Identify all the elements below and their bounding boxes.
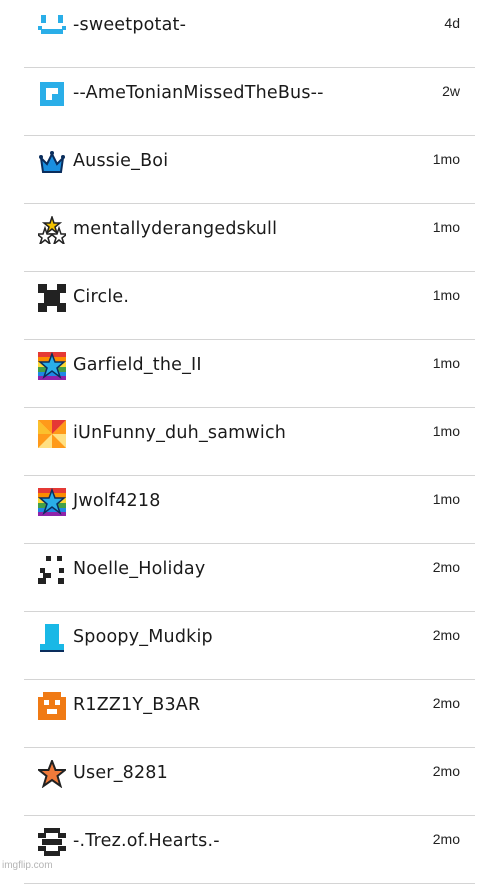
last-active-time: 2mo: [432, 831, 460, 847]
user-row[interactable]: Circle. 1mo: [0, 272, 475, 340]
username[interactable]: R1ZZ1Y_B3AR: [73, 695, 200, 715]
pixel-heart-icon: [38, 828, 66, 856]
user-row[interactable]: -.Trez.of.Hearts.- 2mo: [0, 816, 475, 884]
user-row[interactable]: Jwolf4218 1mo: [0, 476, 475, 544]
username[interactable]: Spoopy_Mudkip: [73, 627, 213, 647]
rainbow-star-icon: [38, 488, 66, 516]
pixel-face-icon: [38, 556, 66, 584]
watermark: imgflip.com: [2, 860, 53, 871]
boot-icon: [38, 624, 66, 652]
username[interactable]: --AmeTonianMissedTheBus--: [73, 83, 324, 103]
last-active-time: 1mo: [432, 423, 460, 439]
pixel-x-icon: [38, 284, 66, 312]
last-active-time: 1mo: [432, 219, 460, 235]
username[interactable]: -.Trez.of.Hearts.-: [73, 831, 220, 851]
username[interactable]: Circle.: [73, 287, 129, 307]
last-active-time: 1mo: [432, 151, 460, 167]
last-active-time: 1mo: [432, 355, 460, 371]
user-row[interactable]: Aussie_Boi 1mo: [0, 136, 475, 204]
username[interactable]: Jwolf4218: [73, 491, 161, 511]
last-active-time: 2w: [442, 83, 460, 99]
username[interactable]: Garfield_the_II: [73, 355, 202, 375]
crown-icon: [38, 148, 66, 176]
rainbow-star-icon: [38, 352, 66, 380]
user-row[interactable]: --AmeTonianMissedTheBus-- 2w: [0, 68, 475, 136]
pixel-bear-icon: [38, 692, 66, 720]
last-active-time: 2mo: [432, 763, 460, 779]
three-stars-icon: [38, 216, 66, 244]
pinwheel-icon: [38, 420, 66, 448]
last-active-time: 1mo: [432, 287, 460, 303]
user-row[interactable]: User_8281 2mo: [0, 748, 475, 816]
smiley-icon: [38, 12, 66, 40]
user-row[interactable]: mentallyderangedskull 1mo: [0, 204, 475, 272]
user-row[interactable]: iUnFunny_duh_samwich 1mo: [0, 408, 475, 476]
user-row[interactable]: R1ZZ1Y_B3AR 2mo: [0, 680, 475, 748]
last-active-time: 2mo: [432, 695, 460, 711]
user-row[interactable]: Noelle_Holiday 2mo: [0, 544, 475, 612]
username[interactable]: User_8281: [73, 763, 168, 783]
username[interactable]: Aussie_Boi: [73, 151, 168, 171]
last-active-time: 1mo: [432, 491, 460, 507]
username[interactable]: mentallyderangedskull: [73, 219, 277, 239]
username[interactable]: Noelle_Holiday: [73, 559, 205, 579]
square-block-icon: [38, 80, 66, 108]
user-row[interactable]: -sweetpotat- 4d: [0, 0, 475, 68]
username[interactable]: -sweetpotat-: [73, 15, 186, 35]
last-active-time: 4d: [444, 15, 460, 31]
last-active-time: 2mo: [432, 559, 460, 575]
last-active-time: 2mo: [432, 627, 460, 643]
user-row[interactable]: Garfield_the_II 1mo: [0, 340, 475, 408]
user-row[interactable]: Spoopy_Mudkip 2mo: [0, 612, 475, 680]
orange-star-icon: [38, 760, 66, 788]
username[interactable]: iUnFunny_duh_samwich: [73, 423, 286, 443]
